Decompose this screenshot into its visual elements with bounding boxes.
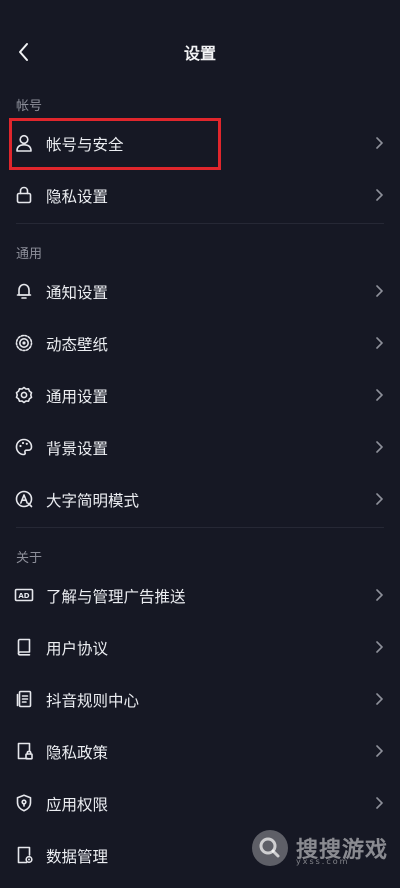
header-bar: 设置 bbox=[0, 0, 400, 100]
settings-item-live-wallpaper[interactable]: 动态壁纸 bbox=[0, 318, 400, 368]
gear-icon bbox=[15, 386, 33, 404]
bell-icon bbox=[16, 283, 32, 299]
settings-item-label: 背景设置 bbox=[46, 440, 109, 458]
settings-item-label: 通用设置 bbox=[46, 388, 109, 406]
palette-icon bbox=[15, 438, 33, 456]
settings-item-notification-settings[interactable]: 通知设置 bbox=[0, 266, 400, 316]
section-label-general: 通用 bbox=[16, 247, 43, 262]
settings-item-label: 动态壁纸 bbox=[46, 336, 109, 354]
page-title: 设置 bbox=[183, 44, 216, 63]
highlight-box bbox=[9, 118, 221, 170]
svg-text:AD: AD bbox=[18, 592, 29, 600]
book-icon bbox=[17, 638, 31, 656]
settings-item-privacy-policy[interactable]: 隐私政策 bbox=[0, 726, 400, 776]
chevron-right-icon bbox=[376, 337, 383, 349]
settings-item-label: 隐私设置 bbox=[46, 188, 109, 206]
chevron-right-icon bbox=[376, 797, 383, 809]
settings-item-label: 隐私政策 bbox=[46, 744, 109, 762]
settings-item-privacy-settings[interactable]: 隐私设置 bbox=[0, 170, 400, 220]
settings-item-user-agreement[interactable]: 用户协议 bbox=[0, 622, 400, 672]
settings-item-label: 抖音规则中心 bbox=[46, 692, 140, 710]
document-icon bbox=[16, 690, 32, 708]
chevron-right-icon bbox=[376, 641, 383, 653]
settings-item-label: 大字简明模式 bbox=[46, 492, 140, 510]
settings-item-community-rules[interactable]: 抖音规则中心 bbox=[0, 674, 400, 724]
chevron-right-icon bbox=[376, 493, 383, 505]
settings-item-large-text-mode[interactable]: 大字简明模式 bbox=[0, 474, 400, 524]
privacy-doc-icon bbox=[17, 742, 33, 760]
chevron-right-icon bbox=[376, 693, 383, 705]
settings-item-general-settings[interactable]: 通用设置 bbox=[0, 370, 400, 420]
section-label-account: 帐号 bbox=[16, 99, 43, 114]
chevron-right-icon bbox=[376, 745, 383, 757]
chevron-right-icon bbox=[376, 441, 383, 453]
watermark-domain: yxss.com bbox=[296, 857, 350, 866]
settings-item-background-settings[interactable]: 背景设置 bbox=[0, 422, 400, 472]
data-doc-icon bbox=[17, 846, 33, 864]
watermark-logo-icon bbox=[252, 830, 288, 866]
chevron-right-icon bbox=[376, 589, 383, 601]
settings-item-label: 了解与管理广告推送 bbox=[46, 588, 186, 606]
section-divider bbox=[16, 223, 384, 224]
font-size-icon bbox=[15, 490, 33, 508]
chevron-right-icon bbox=[376, 285, 383, 297]
settings-item-label: 应用权限 bbox=[46, 796, 109, 814]
chevron-right-icon bbox=[376, 189, 383, 201]
watermark: 搜搜游戏 yxss.com bbox=[252, 826, 400, 870]
settings-item-label: 通知设置 bbox=[46, 284, 109, 302]
settings-item-label: 数据管理 bbox=[46, 848, 109, 866]
settings-item-ad-management[interactable]: AD 了解与管理广告推送 bbox=[0, 570, 400, 620]
section-label-about: 关于 bbox=[16, 551, 43, 566]
lock-icon bbox=[16, 186, 32, 204]
chevron-right-icon bbox=[376, 389, 383, 401]
section-divider bbox=[16, 527, 384, 528]
chevron-right-icon bbox=[376, 137, 383, 149]
settings-item-app-permissions[interactable]: 应用权限 bbox=[0, 778, 400, 828]
wallpaper-icon bbox=[15, 334, 33, 352]
settings-item-label: 用户协议 bbox=[46, 640, 109, 658]
shield-icon bbox=[16, 794, 32, 812]
ad-icon: AD bbox=[14, 588, 34, 602]
